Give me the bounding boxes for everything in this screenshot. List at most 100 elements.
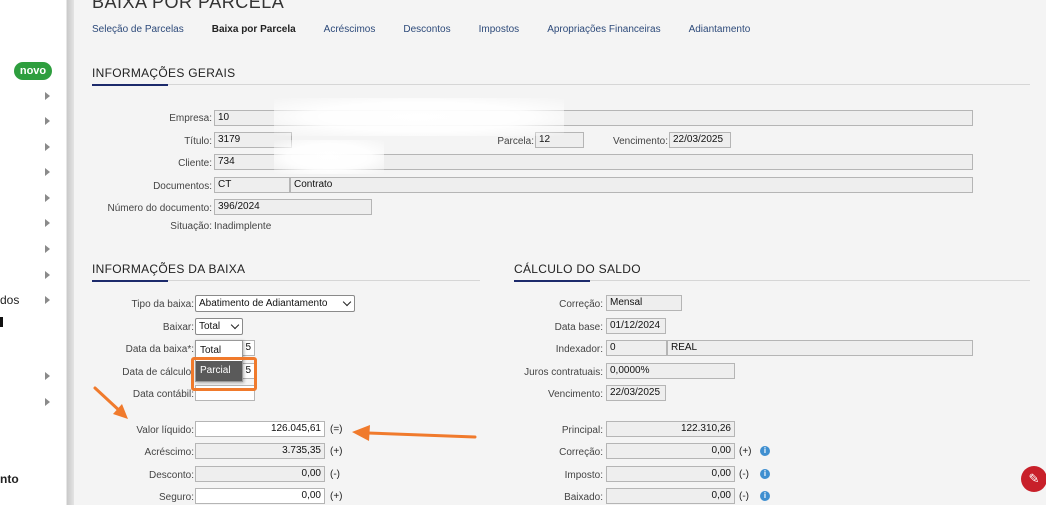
chevron-right-icon[interactable]: [45, 92, 50, 100]
titulo-label: Título:: [184, 136, 212, 147]
imposto-label: Imposto:: [564, 470, 603, 481]
acrescimo-operator: (+): [330, 446, 343, 457]
seguro-field[interactable]: 0,00: [195, 488, 325, 504]
principal-label: Principal:: [561, 425, 603, 436]
correcao-valor-field[interactable]: 0,00: [606, 443, 735, 459]
section-accent: [92, 84, 168, 86]
tipo-baixa-select[interactable]: Abatimento de Adiantamento: [195, 295, 355, 312]
tab-bar: Seleção de Parcelas Baixa por Parcela Ac…: [92, 24, 778, 35]
tipo-baixa-label: Tipo da baixa:: [131, 299, 194, 310]
correcao-valor-label: Correção:: [559, 447, 603, 458]
valor-liquido-field[interactable]: 126.045,61: [195, 421, 325, 437]
chevron-right-icon[interactable]: [45, 117, 50, 125]
juros-field[interactable]: 0,0000%: [606, 363, 735, 379]
indexador-name-field[interactable]: REAL: [667, 340, 973, 356]
chevron-right-icon[interactable]: [45, 143, 50, 151]
valor-liquido-label: Valor líquido:: [136, 425, 194, 436]
juros-label: Juros contratuais:: [524, 367, 603, 378]
valor-liquido-operator: (=): [330, 424, 343, 435]
main-content: BAIXA POR PARCELA Seleção de Parcelas Ba…: [74, 0, 1046, 505]
sidebar: novo dos nto: [0, 0, 67, 505]
desconto-label: Desconto:: [148, 470, 194, 481]
empresa-label: Empresa:: [169, 113, 212, 124]
chevron-right-icon[interactable]: [45, 271, 50, 279]
baixado-label: Baixado:: [564, 492, 603, 503]
desconto-field[interactable]: 0,00: [195, 466, 325, 482]
novo-badge[interactable]: novo: [14, 62, 52, 80]
data-contabil-label: Data contábil:: [132, 389, 194, 400]
imposto-operator: (-): [739, 469, 749, 480]
saldo-vencimento-label: Vencimento:: [547, 389, 603, 400]
baixar-value: Total: [199, 321, 221, 332]
baixar-select[interactable]: Total: [195, 318, 243, 335]
tab-descontos[interactable]: Descontos: [403, 24, 450, 35]
sidebar-item-label[interactable]: nto: [0, 472, 19, 486]
cliente-label: Cliente:: [178, 158, 212, 169]
situacao-label: Situação:: [170, 221, 212, 232]
section-divider: [92, 84, 1030, 85]
imposto-field[interactable]: 0,00: [606, 466, 735, 482]
section-accent: [92, 280, 168, 282]
feedback-chat-icon[interactable]: ✎: [1021, 466, 1046, 492]
section-divider: [514, 280, 1030, 281]
section-title-gerais: INFORMAÇÕES GERAIS: [92, 66, 236, 80]
numero-documento-label: Número do documento:: [107, 203, 212, 214]
documento-desc-field[interactable]: Contrato: [290, 177, 973, 193]
chevron-right-icon[interactable]: [45, 372, 50, 380]
tab-selecao-parcelas[interactable]: Seleção de Parcelas: [92, 24, 184, 35]
chevron-down-icon: [342, 297, 352, 307]
tab-baixa-parcela[interactable]: Baixa por Parcela: [212, 24, 296, 35]
tab-impostos[interactable]: Impostos: [479, 24, 520, 35]
info-icon[interactable]: i: [760, 491, 770, 501]
documento-tipo-field[interactable]: CT: [214, 177, 290, 193]
redaction-blur: [274, 98, 564, 136]
situacao-value: Inadimplente: [214, 221, 272, 232]
data-baixa-label: Data da baixa*:: [125, 344, 194, 355]
data-base-field[interactable]: 01/12/2024: [606, 318, 666, 334]
baixar-label: Baixar:: [162, 322, 194, 333]
seguro-label: Seguro:: [158, 492, 194, 503]
tipo-baixa-value: Abatimento de Adiantamento: [199, 298, 328, 309]
indexador-label: Indexador:: [555, 344, 603, 355]
section-title-saldo: CÁLCULO DO SALDO: [514, 262, 641, 276]
info-icon[interactable]: i: [760, 446, 770, 456]
info-icon[interactable]: i: [760, 469, 770, 479]
desconto-operator: (-): [330, 469, 340, 480]
parcela-label: Parcela:: [497, 136, 534, 147]
principal-field[interactable]: 122.310,26: [606, 421, 735, 437]
acrescimo-label: Acréscimo:: [144, 447, 194, 458]
annotation-highlight-box: [191, 357, 257, 391]
vencimento-label: Vencimento:: [612, 136, 668, 147]
chevron-right-icon[interactable]: [45, 296, 50, 304]
numero-documento-field[interactable]: 396/2024: [214, 199, 372, 215]
chevron-down-icon: [230, 320, 240, 330]
redaction-blur: [274, 140, 384, 174]
chevron-right-icon[interactable]: [45, 194, 50, 202]
chevron-right-icon[interactable]: [45, 245, 50, 253]
documentos-label: Documentos:: [153, 181, 212, 192]
seguro-operator: (+): [330, 491, 343, 502]
acrescimo-field[interactable]: 3.735,35: [195, 443, 325, 459]
tab-acrescimos[interactable]: Acréscimos: [324, 24, 376, 35]
page-title: BAIXA POR PARCELA: [92, 0, 285, 12]
data-calculo-label: Data de cálculo:: [122, 367, 194, 378]
baixado-field[interactable]: 0,00: [606, 488, 735, 504]
tab-adiantamento[interactable]: Adiantamento: [689, 24, 751, 35]
vencimento-field[interactable]: 22/03/2025: [669, 132, 731, 148]
chevron-right-icon[interactable]: [45, 219, 50, 227]
data-base-label: Data base:: [554, 322, 603, 333]
sidebar-item-label[interactable]: dos: [0, 293, 19, 307]
correcao-operator: (+): [739, 446, 752, 457]
saldo-vencimento-field[interactable]: 22/03/2025: [606, 385, 666, 401]
correcao-field[interactable]: Mensal: [606, 295, 682, 311]
section-accent: [514, 280, 590, 282]
indexador-code-field[interactable]: 0: [606, 340, 667, 356]
chevron-right-icon[interactable]: [45, 168, 50, 176]
sidebar-marker: [0, 317, 3, 327]
baixado-operator: (-): [739, 491, 749, 502]
section-title-baixa: INFORMAÇÕES DA BAIXA: [92, 262, 246, 276]
tab-apropriacoes[interactable]: Apropriações Financeiras: [547, 24, 660, 35]
sidebar-divider: [67, 0, 74, 505]
chevron-right-icon[interactable]: [45, 398, 50, 406]
correcao-label: Correção:: [559, 299, 603, 310]
